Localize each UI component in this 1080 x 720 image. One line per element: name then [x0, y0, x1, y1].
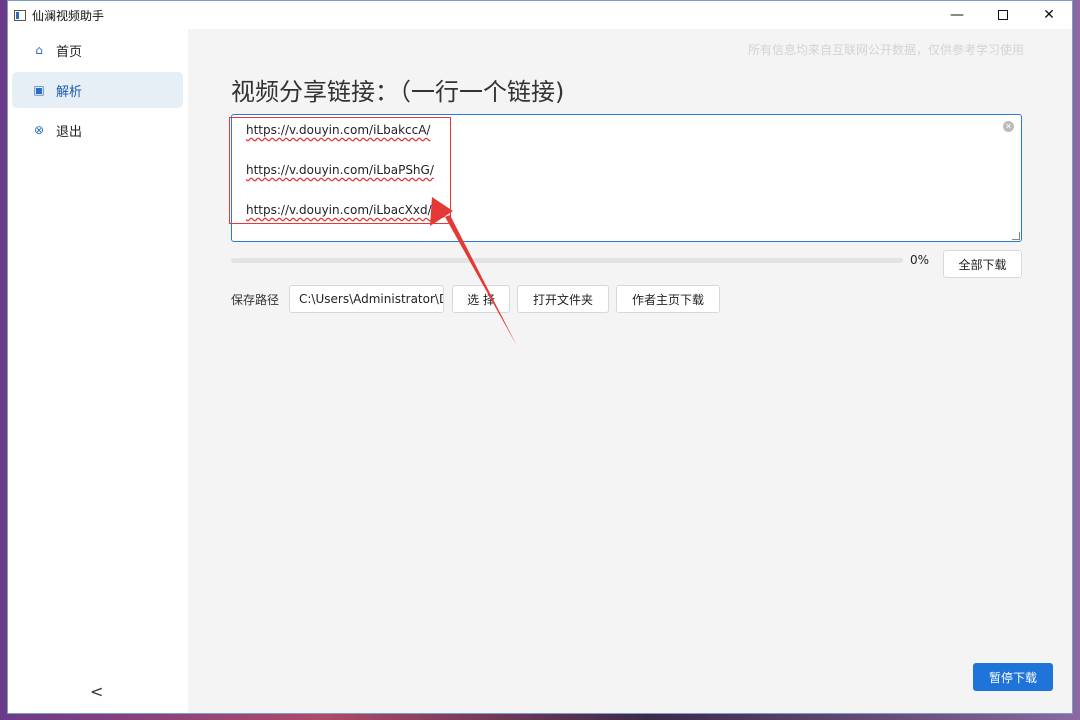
clear-icon[interactable]: ✕ — [1003, 121, 1014, 132]
collapse-sidebar-button[interactable]: < — [90, 682, 103, 701]
parse-icon: ▣ — [33, 83, 45, 97]
annotation-highlight-box — [229, 117, 451, 224]
disclaimer-notice: 所有信息均来自互联网公开数据，仅供参考学习使用 — [747, 43, 1024, 57]
app-icon — [14, 9, 26, 21]
sidebar-item-label: 退出 — [56, 124, 83, 140]
author-homepage-download-button[interactable]: 作者主页下载 — [616, 285, 720, 313]
choose-path-button[interactable]: 选 择 — [452, 285, 510, 313]
pause-download-button[interactable]: 暂停下载 — [973, 663, 1053, 691]
sidebar-item-label: 解析 — [56, 84, 83, 100]
window-title: 仙澜视频助手 — [32, 8, 105, 23]
resize-grip-icon[interactable] — [1012, 232, 1020, 240]
save-path-input[interactable]: C:\Users\Administrator\D — [289, 285, 444, 313]
progress-bar — [231, 258, 903, 263]
sidebar: ⌂ 首页 ▣ 解析 ⊗ 退出 < — [8, 29, 188, 713]
sidebar-item-home[interactable]: ⌂ 首页 — [12, 32, 183, 68]
close-button[interactable]: ✕ — [1026, 1, 1072, 29]
progress-percent: 0% — [910, 253, 930, 267]
sidebar-item-parse[interactable]: ▣ 解析 — [12, 72, 183, 108]
maximize-button[interactable] — [980, 1, 1026, 29]
title-bar: 仙澜视频助手 — ✕ — [8, 1, 1072, 29]
maximize-icon — [998, 10, 1008, 20]
open-folder-button[interactable]: 打开文件夹 — [517, 285, 609, 313]
download-all-button[interactable]: 全部下载 — [943, 250, 1022, 278]
main-panel: 所有信息均来自互联网公开数据，仅供参考学习使用 视频分享链接：（一行一个链接) … — [188, 29, 1072, 713]
home-icon: ⌂ — [35, 43, 43, 57]
app-window: 仙澜视频助手 — ✕ ⌂ 首页 ▣ 解析 ⊗ 退出 < 所有信息均来自互联网公开… — [7, 0, 1073, 714]
sidebar-item-label: 首页 — [56, 44, 83, 60]
minimize-button[interactable]: — — [934, 1, 980, 29]
save-path-label: 保存路径 — [231, 293, 280, 307]
sidebar-item-exit[interactable]: ⊗ 退出 — [12, 112, 183, 148]
page-title: 视频分享链接：（一行一个链接) — [231, 78, 565, 106]
exit-icon: ⊗ — [33, 123, 45, 137]
